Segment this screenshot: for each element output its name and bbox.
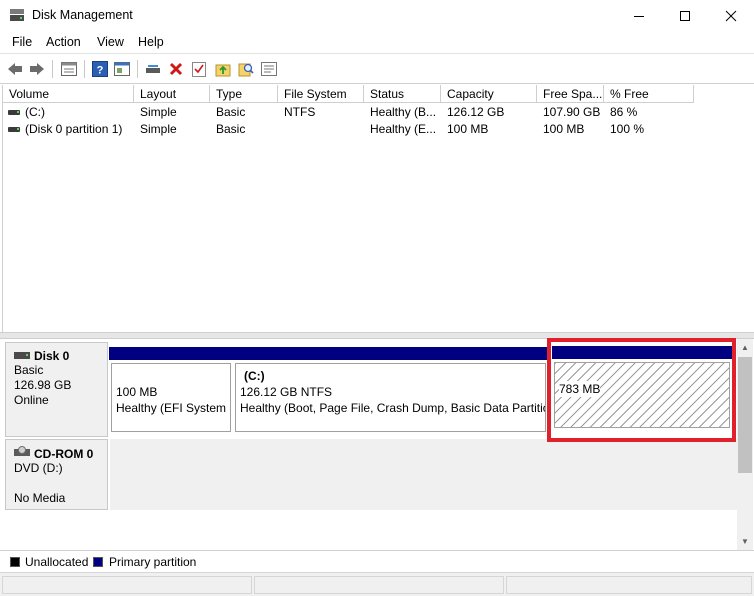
menu-help[interactable]: Help	[138, 35, 164, 49]
back-arrow-icon[interactable]	[6, 60, 24, 78]
svg-text:?: ?	[97, 65, 104, 77]
cell-layout: Simple	[140, 122, 177, 136]
toolbar-separator	[137, 60, 138, 78]
column-header-type[interactable]: Type	[210, 85, 278, 103]
menu-view[interactable]: View	[97, 35, 124, 49]
scroll-thumb[interactable]	[738, 357, 752, 473]
column-header-percent-free[interactable]: % Free	[604, 85, 694, 103]
cell-percent-free: 86 %	[610, 105, 638, 119]
title-bar: Disk Management	[0, 0, 754, 31]
disk-name: Disk 0	[34, 349, 70, 363]
disk-list-icon[interactable]	[60, 60, 78, 78]
partition-size: 126.12 GB NTFS	[240, 385, 333, 399]
toolbar-separator	[84, 60, 85, 78]
status-segment	[254, 576, 504, 594]
scroll-down-icon[interactable]: ▼	[737, 533, 753, 550]
cell-type: Basic	[216, 122, 246, 136]
cell-volume: (Disk 0 partition 1)	[25, 122, 123, 136]
cell-status: Healthy (B...	[370, 105, 437, 119]
column-header-layout[interactable]: Layout	[134, 85, 210, 103]
table-row[interactable]: (C:) Simple Basic NTFS Healthy (B... 126…	[3, 104, 754, 121]
volume-drive-icon	[8, 127, 20, 132]
legend-label-primary: Primary partition	[109, 555, 197, 569]
legend-label-unallocated: Unallocated	[25, 555, 89, 569]
cdrom-blank-line	[14, 476, 107, 491]
column-header-capacity[interactable]: Capacity	[441, 85, 537, 103]
partition-c[interactable]: (C:) 126.12 GB NTFS Healthy (Boot, Page …	[233, 347, 548, 434]
cell-file-system: NTFS	[284, 105, 316, 119]
properties-icon[interactable]	[113, 60, 131, 78]
partition-efi[interactable]: 100 MB Healthy (EFI System I	[109, 347, 233, 434]
disk-management-icon	[9, 8, 25, 22]
disk-size: 126.98 GB	[14, 378, 72, 392]
highlight-box	[547, 338, 736, 442]
maximize-button[interactable]	[662, 0, 708, 31]
legend-swatch-primary	[93, 557, 103, 567]
disk-0-label[interactable]: Disk 0 Basic 126.98 GB Online	[5, 342, 108, 437]
partition-size: 100 MB	[116, 385, 158, 399]
status-segment	[506, 576, 752, 594]
check-icon[interactable]	[190, 60, 208, 78]
column-header-file-system[interactable]: File System	[278, 85, 364, 103]
partition-status: Healthy (EFI System I	[116, 401, 231, 415]
status-bar	[0, 572, 754, 596]
scroll-up-icon[interactable]: ▲	[737, 339, 753, 356]
cd-drive-icon	[14, 446, 30, 461]
cell-free-space: 107.90 GB	[543, 105, 601, 119]
cell-capacity: 126.12 GB	[447, 105, 505, 119]
status-segment	[2, 576, 252, 594]
cell-free-space: 100 MB	[543, 122, 585, 136]
cdrom-0-label[interactable]: CD-ROM 0 DVD (D:) No Media	[5, 439, 108, 510]
column-header-status[interactable]: Status	[364, 85, 441, 103]
legend: Unallocated Primary partition	[0, 550, 754, 572]
toolbar-separator	[52, 60, 53, 78]
cell-percent-free: 100 %	[610, 122, 645, 136]
window-title: Disk Management	[32, 8, 133, 22]
disk-icon	[14, 349, 30, 363]
disk-type: Basic	[14, 363, 44, 377]
search-disk-icon[interactable]	[237, 60, 255, 78]
column-header-volume[interactable]: Volume	[3, 85, 134, 103]
connect-icon[interactable]	[144, 60, 162, 78]
folder-up-icon[interactable]	[214, 60, 232, 78]
vertical-scrollbar[interactable]: ▲ ▼	[737, 339, 753, 550]
volume-list: Volume Layout Type File System Status Ca…	[2, 85, 754, 332]
cdrom-empty-area	[110, 439, 737, 510]
minimize-button[interactable]	[616, 0, 662, 31]
cell-volume: (C:)	[25, 105, 45, 119]
cell-layout: Simple	[140, 105, 177, 119]
legend-swatch-unallocated	[10, 557, 20, 567]
partition-bar	[233, 347, 548, 360]
cdrom-type: DVD (D:)	[14, 461, 63, 475]
volume-drive-icon	[8, 110, 20, 115]
help-icon[interactable]: ?	[91, 60, 109, 78]
partition-bar	[109, 347, 233, 360]
toolbar: ?	[0, 53, 754, 84]
delete-icon[interactable]	[167, 60, 185, 78]
table-row[interactable]: (Disk 0 partition 1) Simple Basic Health…	[3, 121, 754, 138]
close-button[interactable]	[708, 0, 754, 31]
partition-label: (C:)	[244, 369, 265, 383]
disk-status: Online	[14, 393, 49, 407]
menu-action[interactable]: Action	[46, 35, 81, 49]
cell-capacity: 100 MB	[447, 122, 489, 136]
cdrom-name: CD-ROM 0	[34, 446, 94, 461]
details-icon[interactable]	[260, 60, 278, 78]
partition-status: Healthy (Boot, Page File, Crash Dump, Ba…	[240, 401, 546, 415]
forward-arrow-icon[interactable]	[28, 60, 46, 78]
cdrom-status: No Media	[14, 491, 66, 505]
cell-type: Basic	[216, 105, 246, 119]
cell-status: Healthy (E...	[370, 122, 437, 136]
column-header-free-space[interactable]: Free Spa...	[537, 85, 604, 103]
menu-file[interactable]: File	[12, 35, 32, 49]
menu-bar: File Action View Help	[0, 31, 754, 53]
